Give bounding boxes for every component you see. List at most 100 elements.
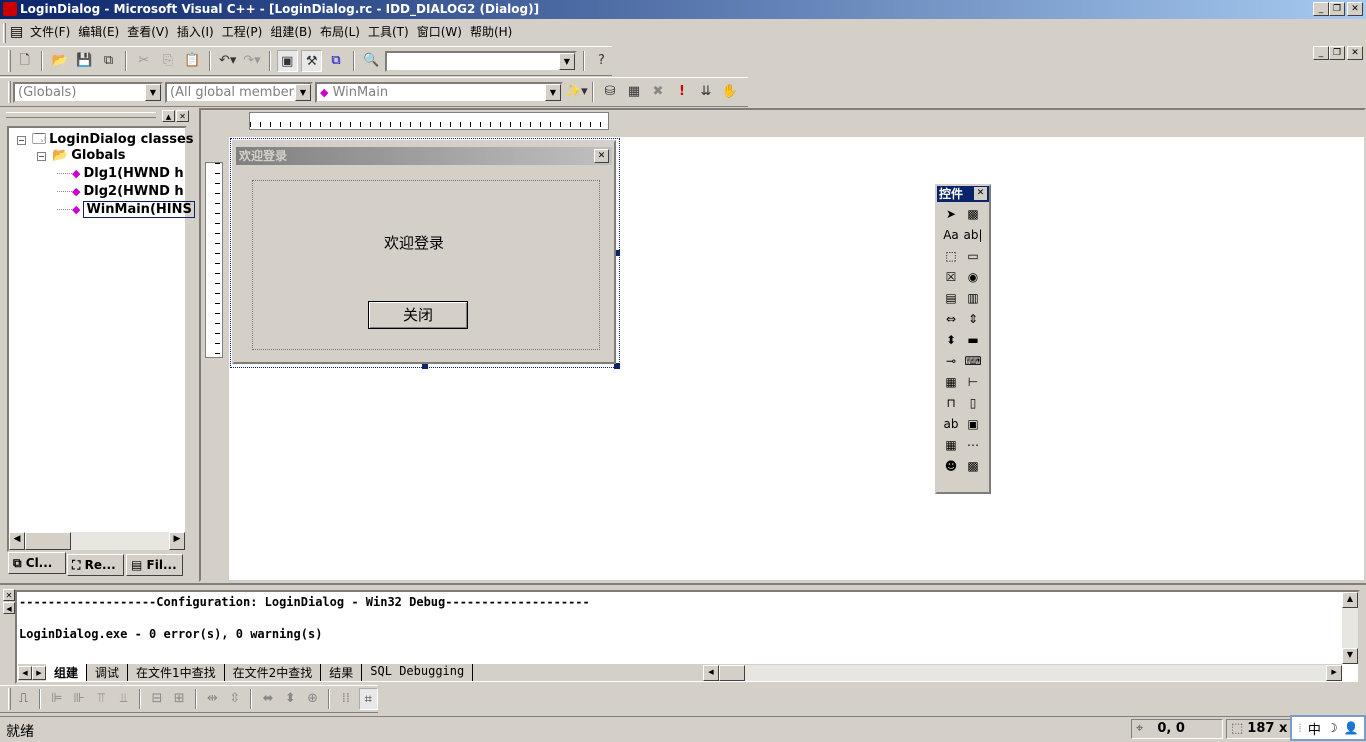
month-calendar-icon[interactable]: ▦ (940, 435, 962, 456)
minimize-button[interactable]: _ (1313, 2, 1329, 16)
progress-icon[interactable]: ▬ (962, 330, 984, 351)
slider-icon[interactable]: ⊸ (940, 351, 962, 372)
menu-item[interactable]: 组建(B) (266, 20, 316, 45)
close-dialog-button[interactable]: 关闭 (368, 301, 468, 329)
list-control-icon[interactable]: ▦ (940, 372, 962, 393)
align-left-icon[interactable]: ⊫ (47, 688, 66, 710)
build-icon[interactable]: ▦ (623, 81, 645, 103)
breakpoint-icon[interactable]: ✋ (719, 81, 741, 103)
output-horizontal-scrollbar[interactable]: ◀ ▶ (703, 664, 1343, 681)
close-output-button[interactable]: ✕ (3, 589, 15, 601)
execute-icon[interactable]: ! (671, 81, 693, 103)
output-tab[interactable]: 结果 (321, 664, 363, 681)
class-tree[interactable]: − 🗔 LoginDialog classes − 📂 Globals ◆ Dlg1(HWND… (7, 126, 195, 552)
wizard-action-icon[interactable]: ✨▾ (565, 81, 588, 103)
same-width-icon[interactable]: ⬌ (258, 688, 277, 710)
horizontal-ruler[interactable] (249, 112, 609, 130)
radio-button-icon[interactable]: ◉ (962, 267, 984, 288)
compile-icon[interactable]: ⛁ (599, 81, 621, 103)
palette-close-icon[interactable]: ✕ (974, 187, 987, 200)
menu-item[interactable]: 布局(L) (316, 20, 364, 45)
ime-mode[interactable]: 中 (1308, 719, 1321, 738)
collapse-icon[interactable]: − (37, 152, 46, 161)
doc-close-button[interactable]: ✕ (1347, 46, 1363, 60)
menu-item[interactable]: 窗口(W) (413, 20, 466, 45)
menu-item[interactable]: 插入(I) (173, 20, 218, 45)
tree-control-icon[interactable]: ⊢ (962, 372, 984, 393)
test-dialog-icon[interactable]: ⎍ (14, 688, 33, 710)
same-height-icon[interactable]: ⬍ (281, 688, 300, 710)
picture-icon[interactable]: ▩ (962, 204, 984, 225)
window-list-icon[interactable]: ⧉ (325, 50, 346, 72)
filter-combo[interactable]: (All global members ▼ (165, 81, 313, 103)
dialog-close-button[interactable]: ✕ (594, 149, 609, 163)
new-file-icon[interactable]: 🗋 (14, 50, 35, 72)
dialog-static-label[interactable]: 欢迎登录 (334, 232, 494, 253)
output-tab[interactable]: 调试 (87, 664, 128, 681)
extended-combo-icon[interactable]: ▩ (962, 456, 984, 477)
class-combo[interactable]: (Globals) ▼ (13, 81, 163, 103)
workspace-tab[interactable]: ⛶ Re... (67, 554, 124, 576)
undo-icon[interactable]: ↶▾ (217, 50, 238, 72)
center-horizontal-icon[interactable]: ⊞ (170, 688, 189, 710)
member-combo[interactable]: ◆ WinMain ▼ (315, 81, 563, 103)
go-icon[interactable]: ⇊ (695, 81, 717, 103)
tree-item[interactable]: ◆ Dlg2(HWND h (57, 184, 184, 199)
space-down-icon[interactable]: ⇳ (225, 688, 244, 710)
vertical-ruler[interactable] (205, 162, 223, 358)
tree-item[interactable]: − 📂 Globals (37, 148, 126, 163)
custom-control-icon[interactable]: ☻ (940, 456, 962, 477)
restore-button[interactable]: ❐ (1329, 2, 1345, 16)
ime-bar[interactable]: ⁞ 中 ☽ 👤 (1290, 715, 1366, 741)
menu-item[interactable]: 查看(V) (123, 20, 173, 45)
tab-scroll-left[interactable]: ◀ (18, 665, 32, 680)
doc-minimize-button[interactable]: _ (1313, 46, 1329, 60)
space-across-icon[interactable]: ⇹ (203, 688, 222, 710)
close-panel-button[interactable]: ✕ (176, 110, 189, 122)
align-top-icon[interactable]: ⫪ (92, 688, 111, 710)
menu-item[interactable]: 编辑(E) (74, 20, 123, 45)
doc-restore-button[interactable]: ❐ (1329, 46, 1345, 60)
tree-item[interactable]: ◆ WinMain(HINS (57, 201, 195, 218)
tree-item[interactable]: ◆ Dlg1(HWND h (57, 166, 184, 181)
collapse-icon[interactable]: − (17, 136, 26, 145)
static-text-icon[interactable]: Aa (940, 225, 962, 246)
paste-icon[interactable]: 📋 (182, 50, 203, 72)
pointer-icon[interactable]: ➤ (940, 204, 962, 225)
output-icon[interactable]: ⚒ (301, 50, 323, 72)
menu-item[interactable]: 帮助(H) (466, 20, 516, 45)
menu-item[interactable]: 工程(P) (218, 20, 267, 45)
find-in-files-icon[interactable]: 🔍 (361, 50, 382, 72)
date-time-icon[interactable]: ▣ (962, 414, 984, 435)
cut-icon[interactable]: ✂ (133, 50, 154, 72)
tab-control-icon[interactable]: ⊓ (940, 393, 962, 414)
guides-icon[interactable]: ⌗ (358, 688, 379, 710)
tree-horizontal-scrollbar[interactable]: ◀ ▶ (9, 532, 185, 550)
tab-scroll-right[interactable]: ▶ (31, 665, 46, 680)
maximize-panel-button[interactable]: ▲ (162, 110, 175, 122)
output-tab[interactable]: 在文件1中查找 (128, 664, 225, 681)
align-right-icon[interactable]: ⊪ (69, 688, 88, 710)
close-button[interactable]: ✕ (1347, 2, 1363, 16)
open-icon[interactable]: 📂 (49, 50, 70, 72)
rich-edit-icon[interactable]: ab (940, 414, 962, 435)
stop-build-icon[interactable]: ✖ (647, 81, 669, 103)
edit-box-icon[interactable]: ab| (962, 225, 984, 246)
half-width-moon-icon[interactable]: ☽ (1327, 721, 1338, 735)
menu-item[interactable]: 工具(T) (364, 20, 413, 45)
workspace-tab[interactable]: ▤ Fil... (126, 554, 183, 576)
workspace-icon[interactable]: ▣ (276, 50, 298, 72)
minimize-output-button[interactable]: ◀ (3, 602, 15, 614)
output-tab[interactable]: 组建 (45, 664, 87, 681)
center-vertical-icon[interactable]: ⊟ (147, 688, 166, 710)
button-icon[interactable]: ▭ (962, 246, 984, 267)
redo-icon[interactable]: ↷▾ (241, 50, 262, 72)
align-bottom-icon[interactable]: ⫫ (114, 688, 133, 710)
ip-address-icon[interactable]: ⋯ (962, 435, 984, 456)
list-box-icon[interactable]: ▥ (962, 288, 984, 309)
menu-item[interactable]: 文件(F) (26, 20, 74, 45)
chevron-down-icon[interactable]: ▼ (558, 52, 575, 70)
output-tab[interactable]: SQL Debugging (362, 664, 474, 681)
output-vertical-scrollbar[interactable]: ▲ ▼ (1342, 592, 1358, 664)
vertical-scrollbar-icon[interactable]: ⇕ (962, 309, 984, 330)
